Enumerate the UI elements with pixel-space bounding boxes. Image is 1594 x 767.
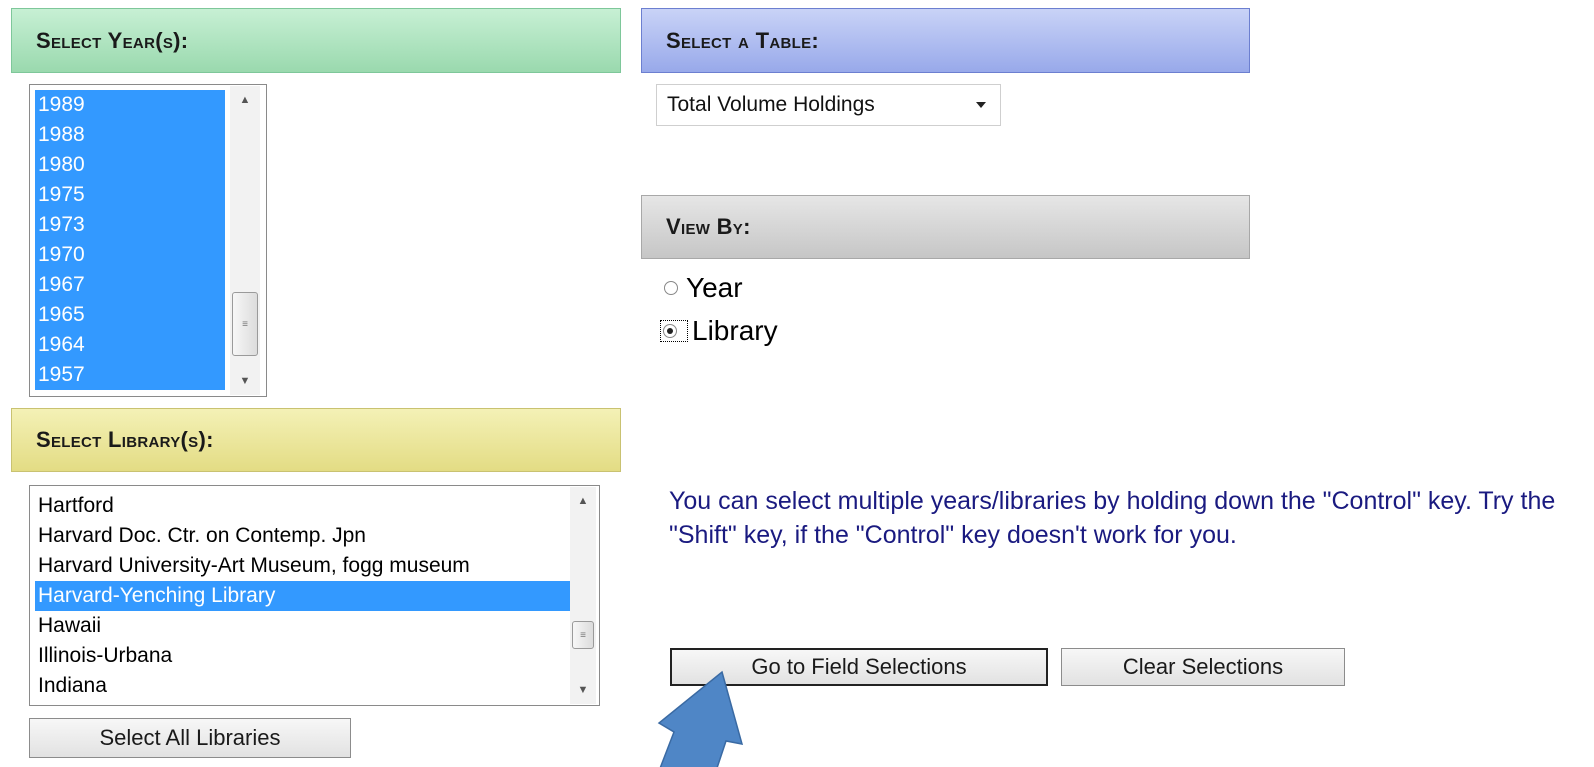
arrow-shape <box>657 670 744 767</box>
pointer-arrow-icon <box>657 670 744 767</box>
